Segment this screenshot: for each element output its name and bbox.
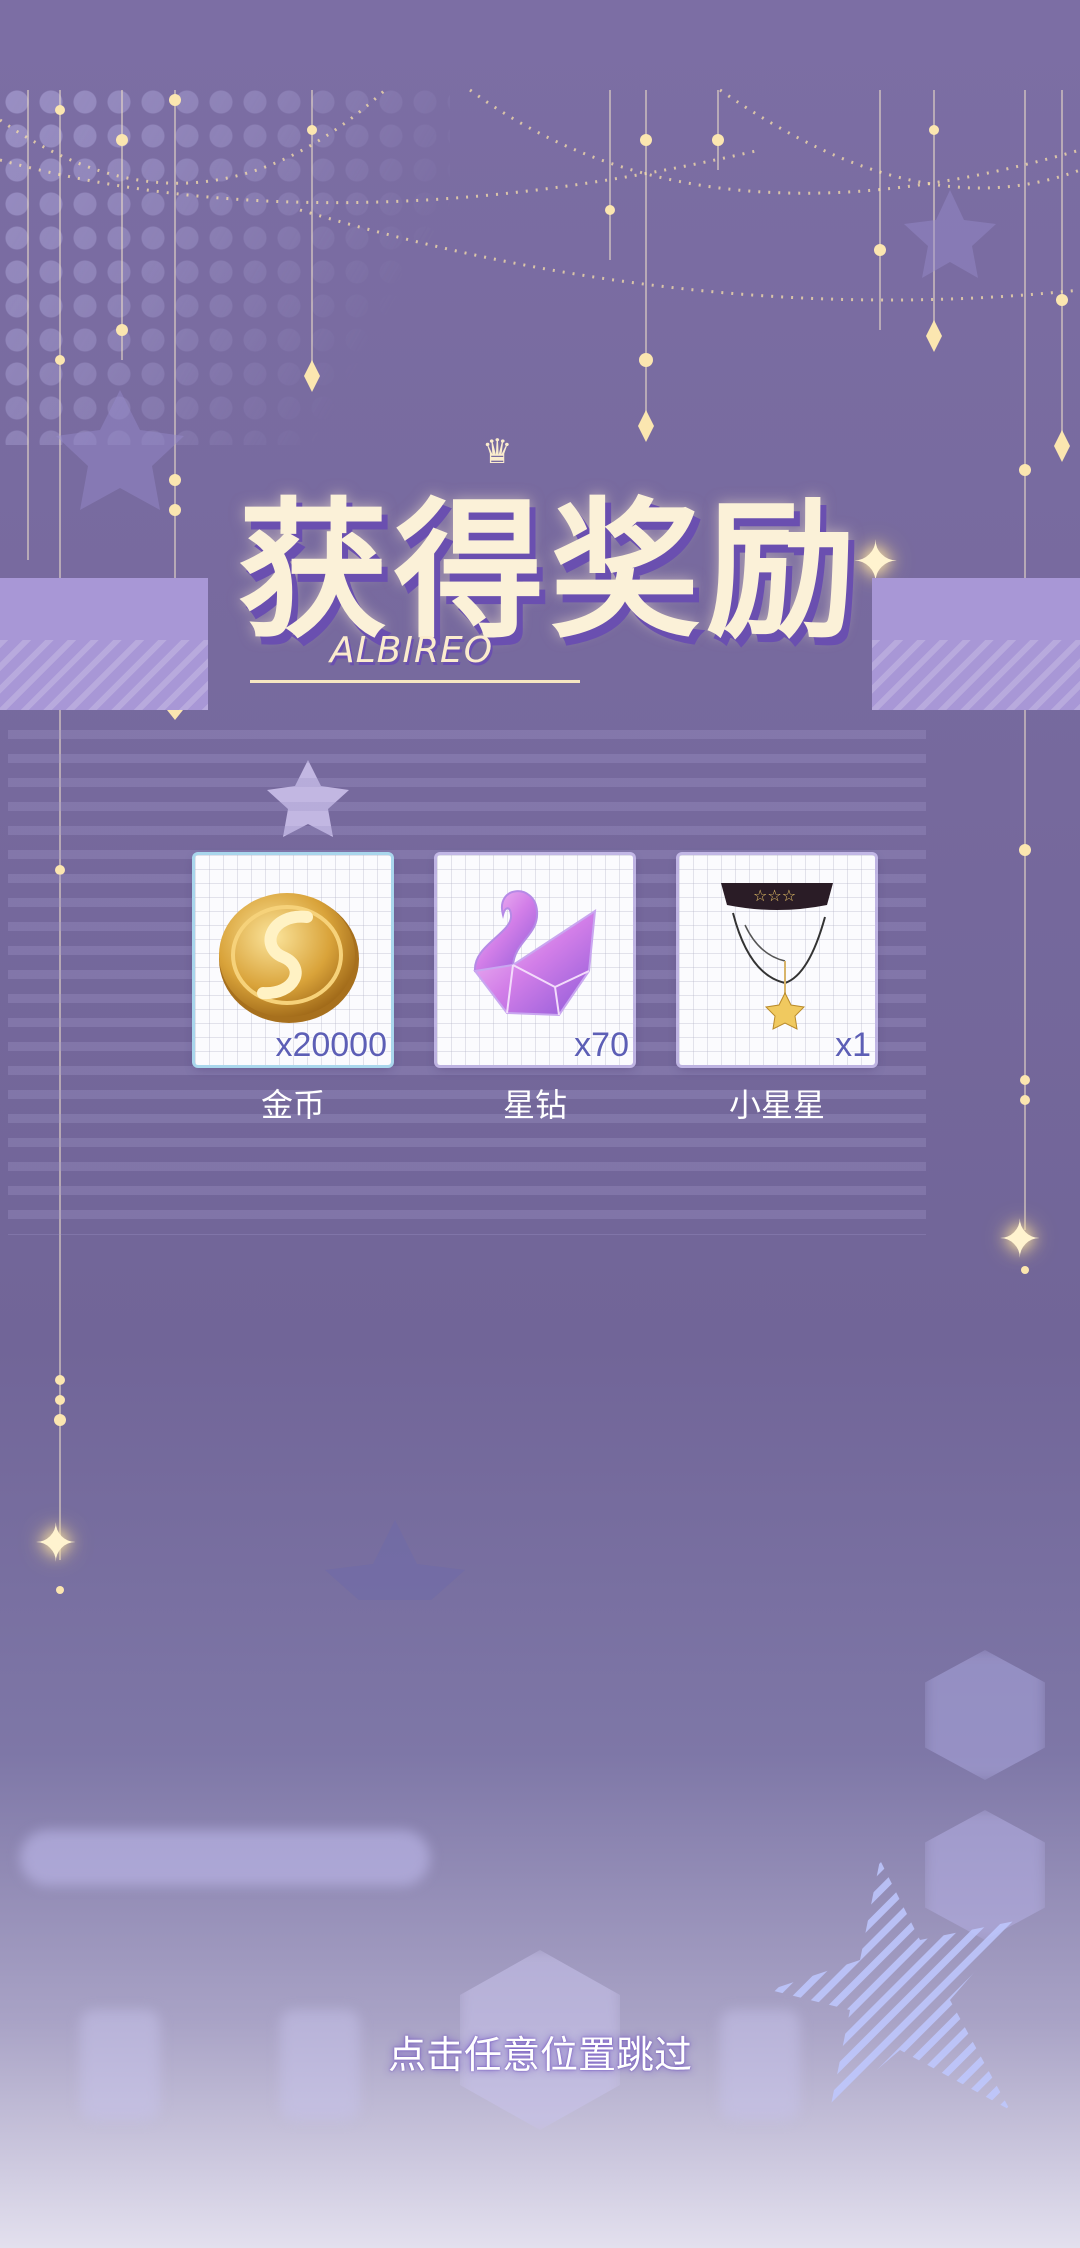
- reward-card-gold-coin[interactable]: x20000: [195, 855, 391, 1065]
- star-choker-necklace-icon: ☆☆☆: [721, 883, 833, 1030]
- reward-card-little-star[interactable]: ☆☆☆ x1: [679, 855, 875, 1065]
- sparkle-icon: ✦: [34, 1514, 78, 1574]
- crystal-swan-icon: [473, 890, 597, 1017]
- reward-subtitle: ALBIREO: [330, 630, 494, 671]
- reward-name: 金币: [260, 1086, 325, 1124]
- reward-quantity: x20000: [275, 1026, 387, 1064]
- reward-title: ♛ 获得奖励 ALBIREO: [230, 430, 870, 720]
- striped-star-decoration: [770, 1860, 1020, 2110]
- skip-hint[interactable]: 点击任意位置跳过: [0, 2024, 1080, 2079]
- reward-quantity: x1: [835, 1026, 871, 1064]
- title-ribbon-left: [0, 578, 208, 710]
- reward-quantity: x70: [574, 1026, 629, 1064]
- reward-title-text: 获得奖励: [237, 483, 862, 659]
- gold-coin-icon: [219, 893, 359, 1023]
- reward-card-star-diamond[interactable]: x70: [437, 855, 633, 1065]
- reward-name: 星钻: [502, 1086, 567, 1124]
- blurred-chat-bar: [20, 1830, 430, 1886]
- blurred-menu-button: [925, 1650, 1045, 1780]
- title-ribbon-right: [872, 578, 1080, 710]
- svg-text:☆☆☆: ☆☆☆: [753, 886, 796, 905]
- title-underline: [250, 680, 580, 683]
- reward-name: 小星星: [728, 1086, 825, 1124]
- sparkle-icon: ✦: [998, 1210, 1042, 1270]
